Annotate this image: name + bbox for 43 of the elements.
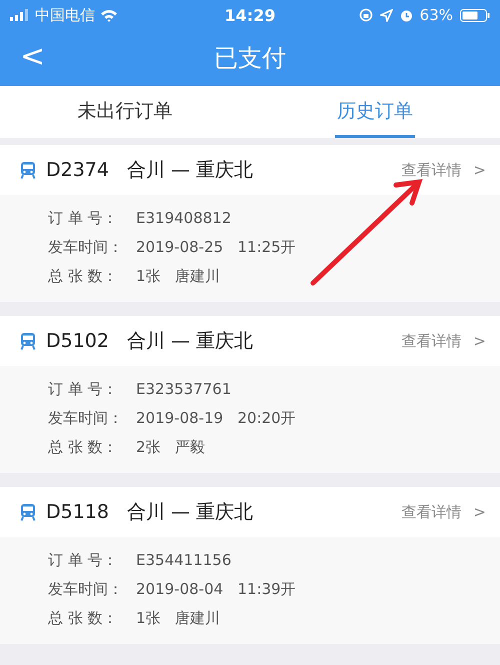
battery-icon [460,8,490,22]
carrier-name: 中国电信 [35,6,95,24]
field-label: 发车时间： [48,238,124,257]
field-label: 总 张 数： [48,267,119,286]
field-label: 订 单 号： [48,551,119,570]
tab[interactable]: 历史订单 [335,86,415,138]
tab[interactable]: 未出行订单 [76,86,174,138]
field-value: 2张 严毅 [136,438,205,457]
field-value: E354411156 [136,551,232,570]
alarm-icon [400,8,413,22]
train-number: D5118 [46,501,109,523]
view-details-link[interactable]: 查看详情 > [401,332,486,350]
train-icon [20,503,36,521]
train-number: D2374 [46,159,109,181]
route-text: 合川 — 重庆北 [126,329,254,354]
train-number: D5102 [46,330,109,352]
location-icon [380,8,393,22]
field-value: 2019-08-19 20:20开 [136,409,296,428]
field-value: 1张 唐建川 [136,267,220,286]
field-value: 1张 唐建川 [136,609,220,628]
clock-time: 14:29 [224,6,276,24]
wifi-icon [100,8,118,22]
battery-percent: 63% [420,6,453,24]
field-label: 订 单 号： [48,209,119,228]
signal-icon [10,9,30,21]
field-value: 2019-08-25 11:25开 [136,238,296,257]
field-label: 发车时间： [48,409,124,428]
field-label: 总 张 数： [48,438,119,457]
field-value: E323537761 [136,380,232,399]
page-title: 已支付 [214,43,286,74]
view-details-link[interactable]: 查看详情 > [401,502,486,522]
field-label: 发车时间： [48,580,124,599]
view-details-link[interactable]: 查看详情 > [401,160,486,180]
rotation-lock-icon [358,8,373,22]
route-text: 合川 — 重庆北 [126,500,254,525]
field-value: E319408812 [136,209,232,228]
field-label: 总 张 数： [48,609,119,628]
field-label: 订 单 号： [48,380,119,399]
field-value: 2019-08-04 11:39开 [136,580,296,599]
train-icon [20,161,36,179]
route-text: 合川 — 重庆北 [126,158,254,183]
back-button[interactable]: < [14,40,52,74]
train-icon [20,332,36,350]
